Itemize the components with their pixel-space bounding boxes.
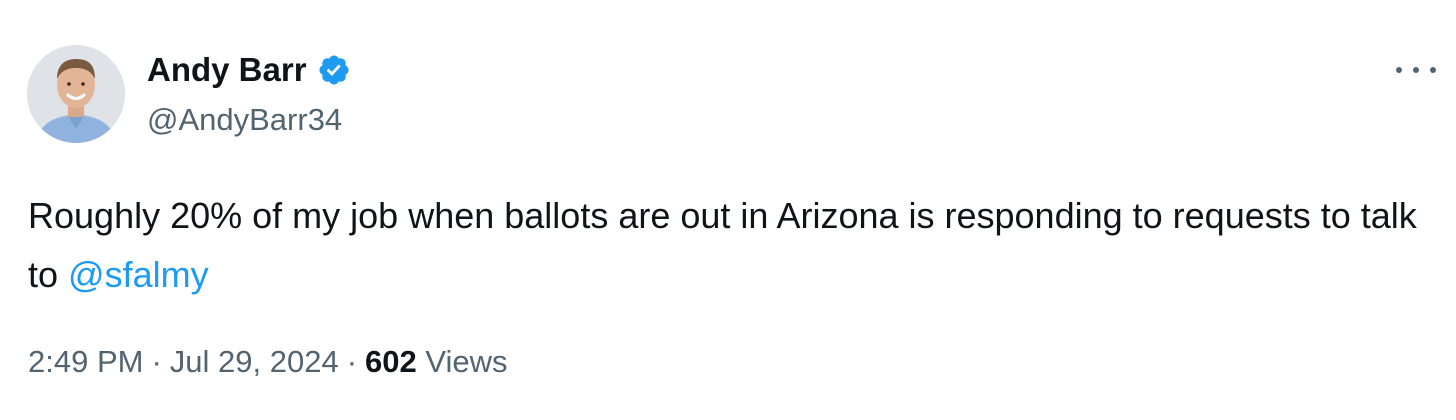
tweet-timestamp[interactable]: 2:49 PM · Jul 29, 2024 (28, 344, 339, 379)
views-count: 602 (365, 344, 417, 379)
tweet-time: 2:49 PM (28, 344, 144, 379)
verified-badge-icon[interactable] (317, 53, 351, 87)
dot (1396, 67, 1402, 73)
dot (1413, 67, 1419, 73)
author-handle[interactable]: @AndyBarr34 (147, 99, 342, 141)
tweet-body-text: Roughly 20% of my job when ballots are o… (28, 195, 1417, 295)
tweet-date: Jul 29, 2024 (169, 344, 339, 379)
separator: · (151, 344, 162, 379)
tweet-card: Andy Barr @AndyBarr34 Roughly 20% of my … (0, 0, 1456, 420)
views-label: Views (425, 344, 508, 379)
tweet-metadata: 2:49 PM · Jul 29, 2024 · 602 Views (28, 340, 508, 384)
avatar[interactable] (27, 45, 125, 143)
avatar-image (27, 45, 125, 143)
separator: · (346, 344, 358, 379)
author-display-name[interactable]: Andy Barr (147, 49, 307, 91)
more-options-icon[interactable] (1396, 58, 1436, 82)
mention-link[interactable]: @sfalmy (68, 254, 209, 295)
author-name-row: Andy Barr (147, 49, 351, 91)
dot (1430, 67, 1436, 73)
tweet-text: Roughly 20% of my job when ballots are o… (28, 186, 1428, 304)
views-link[interactable]: 602 Views (365, 344, 508, 379)
